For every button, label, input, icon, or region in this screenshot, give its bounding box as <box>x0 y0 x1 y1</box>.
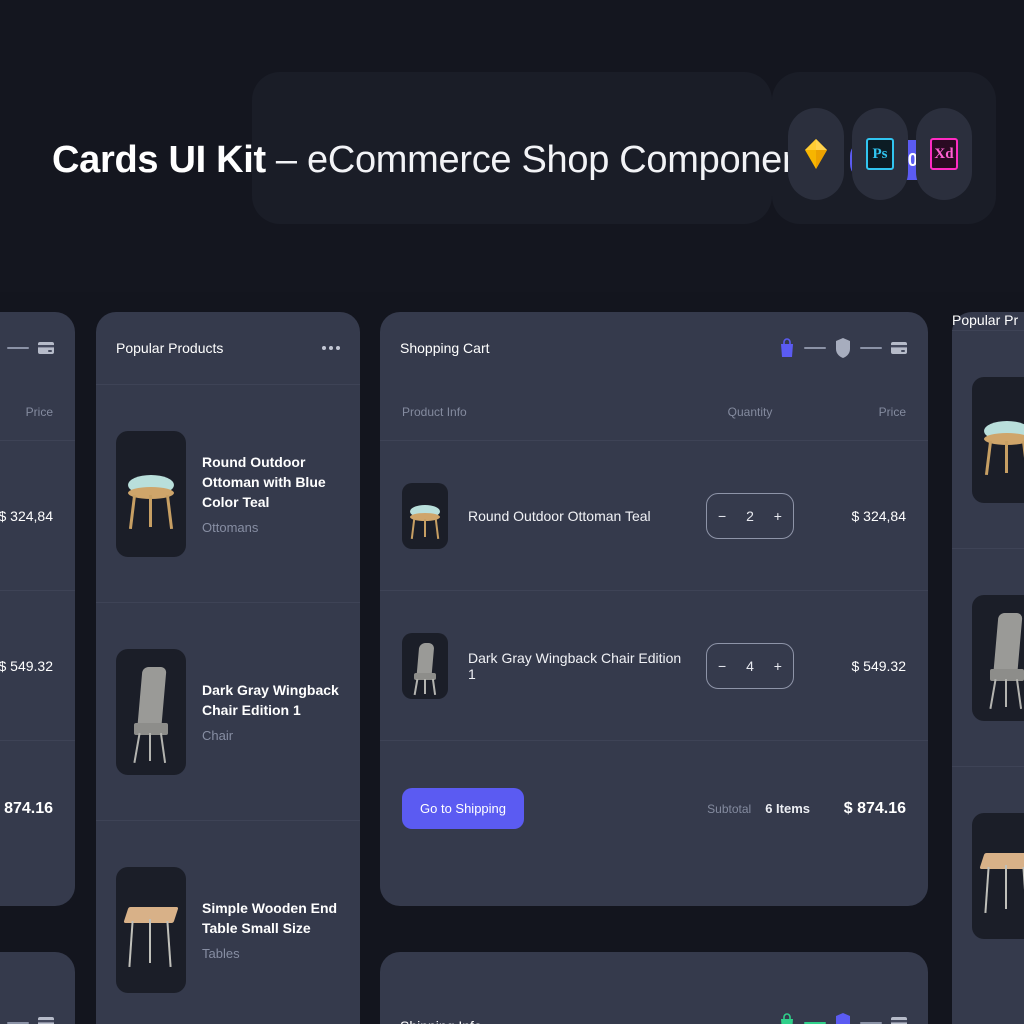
partial-step-progress <box>0 337 55 359</box>
quantity-value: 2 <box>746 507 754 524</box>
product-category: Tables <box>202 946 240 962</box>
cart-product-name: Dark Gray Wingback Chair Edition 1 <box>468 649 682 682</box>
sketch-icon <box>805 139 827 169</box>
quantity-stepper[interactable]: − 4 + <box>706 642 794 689</box>
popular-products-card-partial-right: Popular Pr <box>952 312 1024 1024</box>
decrement-button[interactable]: − <box>718 658 726 674</box>
partial-shipping-header <box>0 952 75 1024</box>
list-item[interactable]: Round Outdoor Ottoman with Blue Color Te… <box>96 384 360 602</box>
partial-shipping-steps <box>0 1012 55 1024</box>
product-thumbnail-chair <box>116 648 186 775</box>
cart-card-partial-left: Price $ 324,84 $ 549.32 $ 874.16 <box>0 312 75 906</box>
popular-products-title: Popular Products <box>116 340 224 356</box>
subtotal-label: Subtotal <box>707 801 752 816</box>
step-connector <box>860 347 882 349</box>
cart-product-name: Round Outdoor Ottoman Teal <box>468 507 651 524</box>
shipping-step-progress <box>778 1012 908 1024</box>
partial-price-header: Price <box>25 405 53 419</box>
overflow-menu-icon[interactable] <box>322 346 340 350</box>
popular-products-header: Popular Products <box>96 312 360 384</box>
cart-thumbnail-chair <box>402 632 448 699</box>
quantity-stepper[interactable]: − 2 + <box>706 492 794 539</box>
shopping-cart-header: Shopping Cart <box>380 312 928 384</box>
photoshop-icon-button[interactable]: Ps <box>852 108 908 200</box>
bag-icon[interactable] <box>778 337 796 359</box>
list-item[interactable] <box>952 330 1024 548</box>
title-bold-text: Cards UI Kit <box>52 138 266 181</box>
product-thumbnail-table <box>972 812 1024 939</box>
sketch-icon-button[interactable] <box>788 108 844 200</box>
card-icon[interactable] <box>890 1012 908 1024</box>
list-item[interactable] <box>952 766 1024 984</box>
subtotal-items-count: 6 Items <box>765 801 810 816</box>
xd-icon: Xd <box>930 138 958 170</box>
list-item[interactable]: Simple Wooden End Table Small Size Table… <box>96 820 360 1024</box>
shield-icon[interactable] <box>834 337 852 359</box>
partial-cart-header <box>0 312 75 384</box>
column-product-info: Product Info <box>402 405 467 419</box>
increment-button[interactable]: + <box>774 508 782 524</box>
shipping-info-card: Shipping Info <box>380 952 928 1024</box>
go-to-shipping-button[interactable]: Go to Shipping <box>402 788 525 829</box>
bag-icon[interactable] <box>778 1012 796 1024</box>
header-banner: Cards UI Kit – eCommerce Shop Components… <box>0 0 1024 292</box>
cart-thumbnail-ottoman <box>402 482 448 549</box>
photoshop-icon: Ps <box>866 138 894 170</box>
title-light-text: – eCommerce Shop Components <box>275 138 832 181</box>
partial-table-row: $ 324,84 <box>0 440 75 590</box>
partial-subtotal: $ 874.16 <box>0 799 53 817</box>
app-icon-group: Ps Xd <box>788 108 972 200</box>
card-icon[interactable] <box>890 337 908 359</box>
list-item[interactable]: Dark Gray Wingback Chair Edition 1 Chair <box>96 602 360 820</box>
partial-column-headers: Price <box>0 384 75 440</box>
column-price: Price <box>878 405 906 419</box>
product-thumbnail-chair <box>972 594 1024 721</box>
product-thumbnail-ottoman <box>972 376 1024 503</box>
step-connector <box>804 347 826 349</box>
shield-icon[interactable] <box>834 1012 852 1024</box>
partial-popular-header: Popular Pr <box>952 312 1024 330</box>
product-name: Round Outdoor Ottoman with Blue Color Te… <box>202 453 326 511</box>
product-name: Simple Wooden End Table Small Size <box>202 899 338 936</box>
shopping-cart-title: Shopping Cart <box>400 340 490 356</box>
cart-row-price: $ 324,84 <box>851 507 907 524</box>
table-row: Round Outdoor Ottoman Teal − 2 + $ 324,8… <box>380 440 928 590</box>
shipping-info-title: Shipping Info <box>400 1018 482 1024</box>
shipping-card-partial-left <box>0 952 75 1024</box>
cart-row-price: $ 549.32 <box>851 657 907 674</box>
list-item[interactable] <box>952 548 1024 766</box>
shopping-cart-card: Shopping Cart Product Info Quantity Pric… <box>380 312 928 906</box>
quantity-value: 4 <box>746 657 754 674</box>
shipping-info-header: Shipping Info <box>380 952 928 1024</box>
partial-row-price: $ 549.32 <box>0 657 53 674</box>
partial-popular-title: Popular Pr <box>952 312 1019 328</box>
popular-products-card: Popular Products Round Outdoor Ottoman w… <box>96 312 360 1024</box>
card-icon <box>38 342 54 354</box>
xd-icon-button[interactable]: Xd <box>916 108 972 200</box>
product-thumbnail-ottoman <box>116 430 186 557</box>
checkout-step-progress <box>778 337 908 359</box>
partial-table-footer: $ 874.16 <box>0 740 75 876</box>
product-category: Chair <box>202 728 234 744</box>
cart-footer: Go to Shipping Subtotal 6 Items $ 874.16 <box>380 740 928 876</box>
product-category: Ottomans <box>202 520 259 536</box>
card-icon <box>38 1017 54 1024</box>
table-row: Dark Gray Wingback Chair Edition 1 − 4 +… <box>380 590 928 740</box>
increment-button[interactable]: + <box>774 658 782 674</box>
subtotal-amount: $ 874.16 <box>843 799 906 817</box>
column-quantity: Quantity <box>727 405 773 419</box>
product-name: Dark Gray Wingback Chair Edition 1 <box>202 681 339 718</box>
cart-column-headers: Product Info Quantity Price <box>380 384 928 440</box>
app-root: Cards UI Kit – eCommerce Shop Components… <box>0 0 1024 1024</box>
step-connector <box>7 347 29 349</box>
decrement-button[interactable]: − <box>718 508 726 524</box>
partial-table-row: $ 549.32 <box>0 590 75 740</box>
product-thumbnail-table <box>116 866 186 993</box>
partial-row-price: $ 324,84 <box>0 507 53 524</box>
